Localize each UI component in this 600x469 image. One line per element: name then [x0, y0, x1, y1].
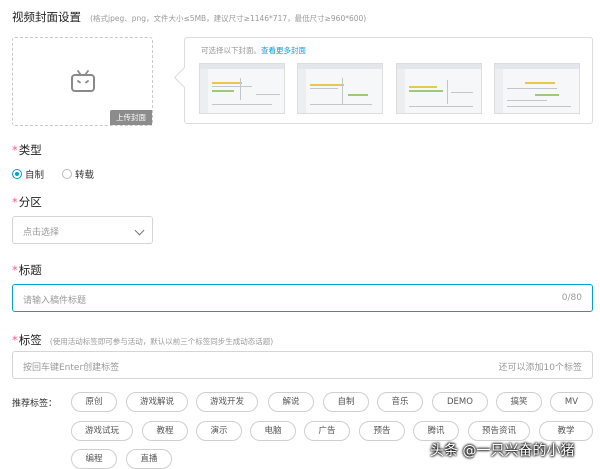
recommended-tag[interactable]: 教程	[142, 421, 188, 441]
recommended-tag[interactable]: 教学	[539, 421, 593, 441]
cover-thumbnail[interactable]	[396, 63, 482, 114]
type-radio-repost[interactable]: 转载	[62, 163, 94, 182]
title-label-text: 标题	[18, 263, 42, 277]
tags-hint: (使用活动标签即可参与活动，默认以前三个标签同步生成动态话题)	[49, 337, 274, 346]
tags-label: *标签 (使用活动标签即可参与活动，默认以前三个标签同步生成动态话题)	[12, 329, 273, 348]
tv-icon	[71, 70, 95, 92]
cover-thumbnail[interactable]	[199, 63, 285, 114]
recommended-tag[interactable]: 音乐	[377, 392, 423, 412]
type-option-original: 自制	[25, 169, 45, 181]
recommended-tag[interactable]: 电脑	[250, 421, 296, 441]
tag-input-placeholder: 按回车键Enter创建标签	[23, 363, 120, 373]
tag-input[interactable]: 按回车键Enter创建标签 还可以添加10个标签	[12, 351, 593, 379]
recommended-tag[interactable]: 预告	[359, 421, 405, 441]
watermark: 头条 @一只兴奋的小猪	[430, 443, 575, 459]
recommended-tag[interactable]: 演示	[196, 421, 242, 441]
type-radio-original[interactable]: 自制	[12, 163, 44, 182]
chevron-down-icon	[134, 225, 145, 236]
tags-label-text: 标签	[18, 333, 42, 347]
cover-thumbnail[interactable]	[297, 63, 383, 114]
cover-section-title: 视频封面设置	[12, 10, 81, 24]
type-option-repost: 转载	[75, 169, 95, 181]
title-input[interactable]: 请输入稿件标题 0/80	[12, 284, 593, 312]
cover-choice-panel: 可选择以下封面。查看更多封面	[184, 37, 593, 124]
upload-cover-button[interactable]: 上传封面	[110, 110, 152, 125]
recommended-tag[interactable]: MV	[550, 392, 593, 412]
recommended-tag[interactable]: 游戏解说	[126, 392, 188, 412]
cover-section-header: 视频封面设置 (格式jpeg、png，文件大小≤5MB，建议尺寸≥1146*71…	[12, 6, 366, 25]
zone-select-placeholder: 点击选择	[23, 228, 60, 238]
title-label: *标题	[12, 262, 42, 278]
recommended-tag[interactable]: 解说	[268, 392, 314, 412]
zone-select[interactable]: 点击选择	[12, 216, 153, 244]
recommended-tag[interactable]: DEMO	[432, 392, 488, 412]
cover-thumbnail[interactable]	[494, 63, 580, 114]
recommended-tag[interactable]: 游戏试玩	[71, 421, 133, 441]
recommended-tag[interactable]: 广告	[304, 421, 350, 441]
recommended-tag[interactable]: 编程	[71, 449, 117, 469]
zone-label: *分区	[12, 194, 42, 210]
tags-remaining-hint: 还可以添加10个标签	[498, 363, 582, 373]
recommended-tag[interactable]: 腾讯	[413, 421, 459, 441]
cover-choice-hint-text: 可选择以下封面。	[201, 46, 261, 55]
recommended-tag[interactable]: 直播	[126, 449, 172, 469]
required-mark: *	[12, 333, 18, 347]
type-label-text: 类型	[18, 143, 42, 157]
radio-unselected-icon[interactable]	[62, 168, 72, 179]
cover-choice-hint: 可选择以下封面。查看更多封面	[201, 45, 306, 56]
cover-format-hint: (格式jpeg、png，文件大小≤5MB，建议尺寸≥1146*717，最低尺寸≥…	[90, 14, 367, 23]
recommended-tag[interactable]: 搞笑	[496, 392, 542, 412]
recommended-tags-label: 推荐标签：	[12, 399, 58, 409]
recommended-tag[interactable]: 原创	[71, 392, 117, 412]
required-mark: *	[12, 263, 18, 277]
recommended-tag[interactable]: 自制	[323, 392, 369, 412]
zone-label-text: 分区	[18, 195, 42, 209]
title-input-placeholder: 请输入稿件标题	[23, 296, 87, 306]
required-mark: *	[12, 195, 18, 209]
more-covers-link[interactable]: 查看更多封面	[261, 46, 306, 55]
recommended-tag[interactable]: 游戏开发	[196, 392, 258, 412]
type-label: *类型	[12, 142, 42, 158]
cover-upload-box[interactable]: 上传封面	[12, 37, 153, 126]
required-mark: *	[12, 143, 18, 157]
recommended-tag[interactable]: 预告资讯	[468, 421, 530, 441]
title-char-counter: 0/80	[561, 293, 582, 303]
radio-selected-icon[interactable]	[12, 168, 22, 179]
